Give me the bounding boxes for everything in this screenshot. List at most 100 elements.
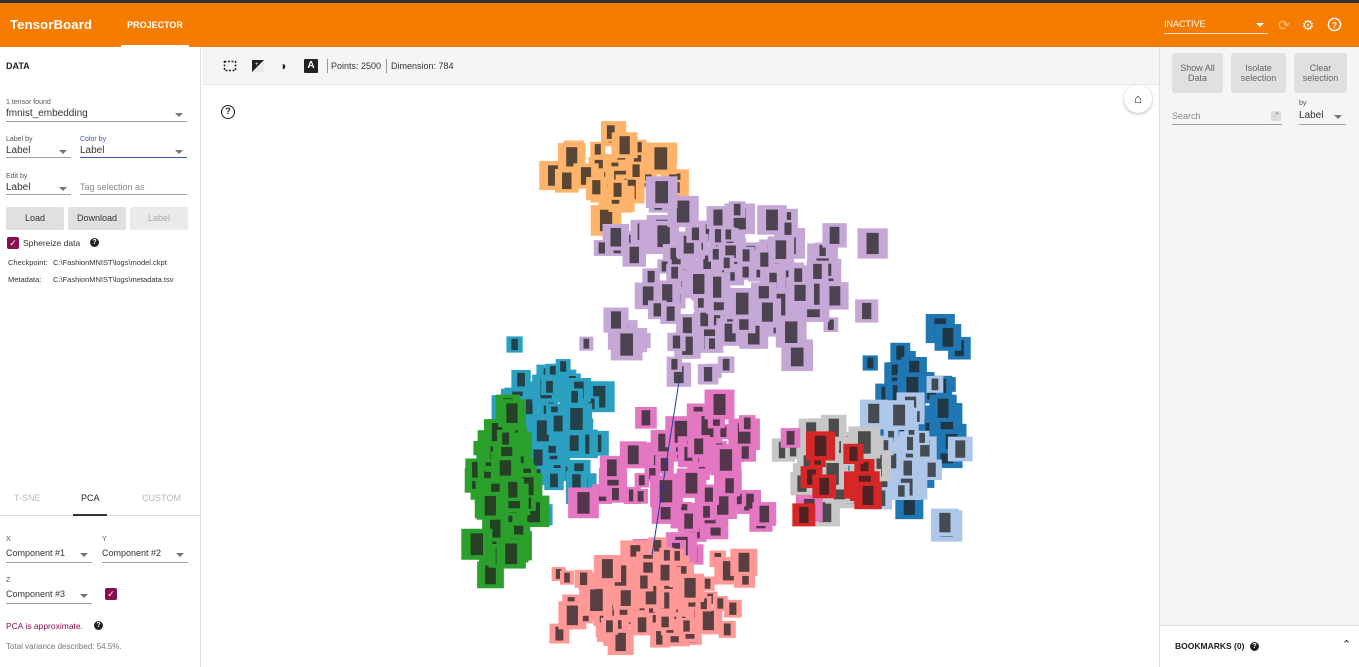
sphereize-checkbox[interactable]: ✓ [7, 237, 19, 249]
embedding-point[interactable] [843, 443, 864, 464]
embedding-point[interactable] [779, 219, 797, 238]
bookmarks-bar[interactable]: BOOKMARKS (0) ? ⌃ [1160, 625, 1359, 667]
download-button[interactable]: Download [68, 207, 126, 230]
embedding-point[interactable] [461, 528, 493, 560]
embedding-point[interactable] [730, 548, 758, 576]
search-input[interactable]: Search .* [1172, 111, 1282, 125]
embedding-point[interactable] [926, 376, 944, 393]
search-by-select[interactable]: Label [1299, 110, 1346, 125]
help-icon[interactable]: ? [1250, 642, 1259, 651]
embedding-point[interactable] [506, 336, 523, 353]
embedding-point[interactable] [497, 429, 515, 448]
label-a-icon[interactable]: A [304, 59, 318, 73]
embedding-point[interactable] [606, 485, 625, 503]
run-status-select[interactable]: INACTIVE [1164, 14, 1268, 34]
embedding-point[interactable] [497, 399, 526, 428]
embedding-point[interactable] [599, 455, 624, 480]
z-enable-checkbox[interactable]: ✓ [105, 588, 117, 600]
embedding-point[interactable] [719, 255, 735, 271]
embedding-point[interactable] [717, 356, 735, 373]
embedding-point[interactable] [610, 328, 643, 361]
embedding-point[interactable] [568, 487, 599, 519]
embedding-point[interactable] [653, 561, 677, 584]
embedding-point[interactable] [574, 569, 593, 588]
embedding-point[interactable] [859, 399, 888, 428]
label-by-select[interactable]: Label [6, 145, 71, 158]
embedding-point[interactable] [501, 478, 525, 502]
embedding-point[interactable] [684, 269, 713, 299]
help-icon[interactable]: ? [1326, 17, 1342, 33]
embedding-point[interactable] [559, 570, 575, 585]
embedding-point[interactable] [805, 431, 836, 461]
show-all-data-button[interactable]: Show All Data [1172, 53, 1223, 93]
embedding-point[interactable] [566, 388, 584, 406]
embedding-point[interactable] [754, 249, 775, 270]
embedding-point[interactable] [590, 141, 606, 157]
embedding-point[interactable] [855, 299, 879, 323]
embedding-point[interactable] [752, 502, 777, 526]
embedding-point[interactable] [645, 176, 678, 209]
embedding-point[interactable] [884, 400, 914, 430]
embedding-point[interactable] [775, 316, 807, 348]
home-icon[interactable]: ⌂ [1124, 85, 1152, 113]
tab-pca[interactable]: PCA [81, 493, 100, 503]
embedding-point[interactable] [476, 491, 505, 520]
embedding-point[interactable] [600, 617, 618, 635]
z-component-select[interactable]: Component #3 [6, 589, 92, 604]
embedding-point[interactable] [579, 336, 594, 351]
embedding-point[interactable] [721, 227, 736, 242]
tab-custom[interactable]: CUSTOM [142, 493, 181, 503]
gear-icon[interactable]: ⚙ [1300, 17, 1316, 33]
embedding-point[interactable] [806, 260, 829, 283]
embedding-point[interactable] [862, 355, 878, 371]
projection-canvas[interactable]: ⌂ ? [202, 85, 1159, 667]
embedding-point[interactable] [511, 369, 531, 390]
embedding-point[interactable] [929, 394, 957, 422]
label-button[interactable]: Label [130, 207, 188, 230]
embedding-point[interactable] [698, 484, 720, 505]
embedding-point[interactable] [555, 359, 571, 374]
embedding-point[interactable] [635, 406, 657, 429]
embedding-point[interactable] [698, 503, 715, 521]
embedding-point[interactable] [704, 389, 735, 420]
embedding-point[interactable] [780, 428, 801, 448]
embedding-point[interactable] [633, 488, 648, 504]
embedding-point[interactable] [544, 470, 564, 491]
embedding-point[interactable] [677, 510, 700, 532]
embedding-point[interactable] [541, 378, 558, 396]
embedding-point[interactable] [631, 614, 653, 636]
help-icon[interactable]: ? [90, 238, 99, 247]
embedding-point[interactable] [736, 443, 755, 462]
embedding-point[interactable] [593, 239, 610, 256]
color-by-select[interactable]: Label [80, 145, 187, 158]
embedding-point[interactable] [718, 475, 741, 497]
embedding-point[interactable] [650, 475, 682, 508]
embedding-point[interactable] [586, 177, 607, 198]
embedding-point[interactable] [697, 363, 719, 385]
embedding-point[interactable] [611, 132, 638, 159]
embedding-point[interactable] [822, 223, 847, 248]
edit-by-select[interactable]: Label [6, 182, 71, 195]
embedding-point[interactable] [593, 555, 622, 583]
regex-icon[interactable]: .* [1271, 111, 1281, 121]
embedding-point[interactable] [737, 264, 754, 280]
embedding-point[interactable] [675, 573, 705, 602]
embedding-point[interactable] [687, 435, 710, 458]
tab-projector[interactable]: PROJECTOR [121, 6, 189, 47]
embedding-point[interactable] [667, 332, 686, 352]
embedding-point[interactable] [563, 432, 586, 455]
night-mode-icon[interactable]: + [251, 59, 265, 73]
selection-rect-icon[interactable] [223, 59, 237, 73]
embedding-point[interactable] [627, 161, 646, 180]
chevron-up-icon[interactable]: ⌃ [1342, 638, 1351, 651]
embedding-point[interactable] [788, 265, 808, 285]
embedding-point[interactable] [930, 508, 959, 537]
embedding-point[interactable] [792, 503, 816, 527]
embedding-point[interactable] [726, 287, 758, 320]
embedding-point[interactable] [915, 430, 930, 446]
embedding-point[interactable] [857, 228, 888, 259]
embedding-point[interactable] [812, 474, 837, 499]
tab-tsne[interactable]: T-SNE [14, 493, 41, 503]
clear-selection-button[interactable]: Clear selection [1294, 53, 1347, 93]
embedding-point[interactable] [706, 206, 730, 229]
